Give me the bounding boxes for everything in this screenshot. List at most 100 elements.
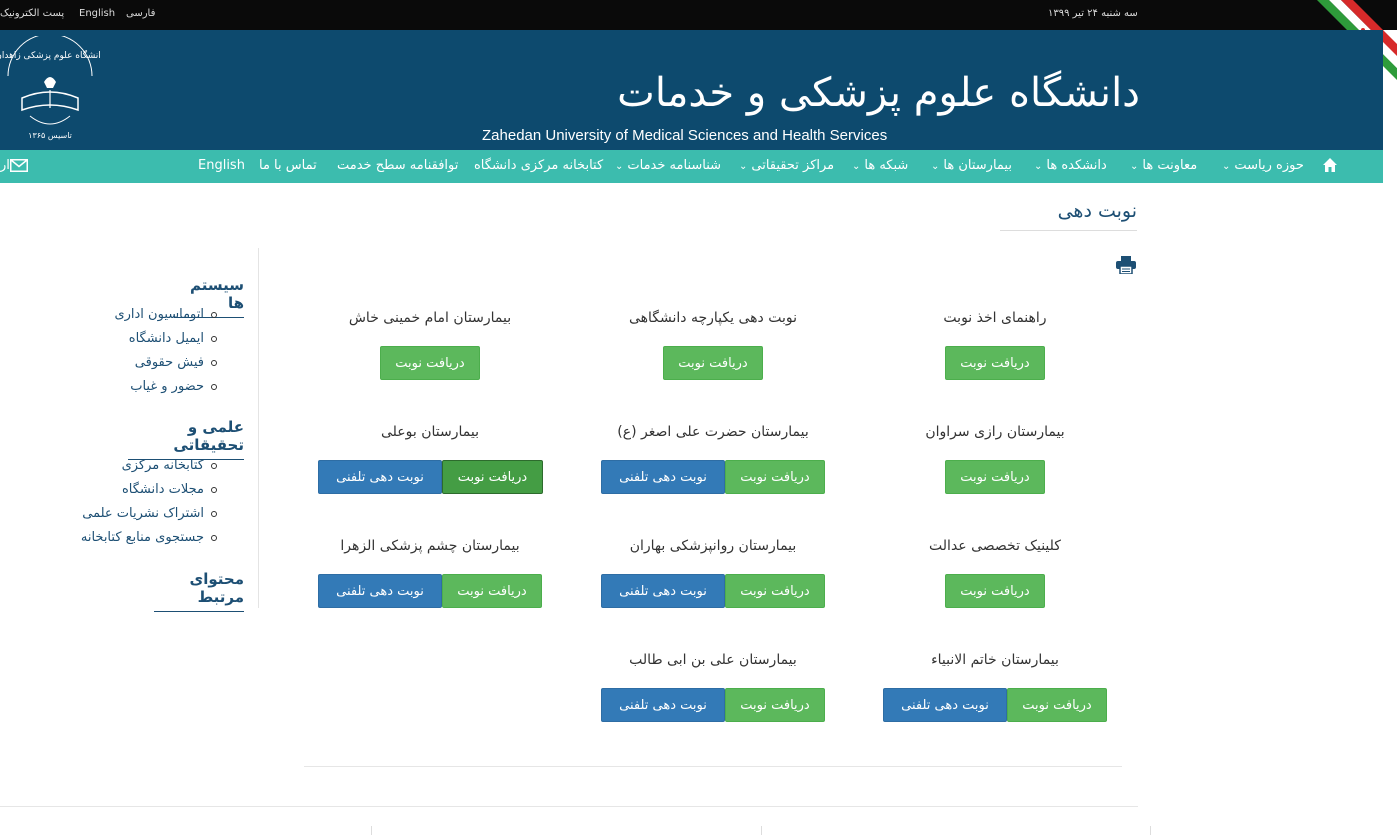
chevron-down-icon: ⌄ bbox=[739, 161, 748, 172]
bullet-icon bbox=[211, 359, 217, 366]
sidebar-link-subscriptions[interactable]: اشتراک نشریات علمی bbox=[82, 506, 217, 521]
bullet-icon bbox=[211, 510, 217, 517]
footer-column-divider bbox=[371, 826, 372, 835]
nav-label: شبکه ها bbox=[864, 158, 909, 173]
cell-title: راهنمای اخذ نوبت bbox=[943, 310, 1047, 326]
bullet-icon bbox=[211, 462, 217, 469]
get-turn-button[interactable]: دریافت نوبت bbox=[725, 688, 825, 722]
link-label: کتابخانه مرکزی bbox=[121, 458, 204, 473]
sidebar-link-automation[interactable]: اتوماسیون اداری bbox=[114, 307, 217, 322]
top-bar: پست الکترونیک English فارسی سه شنبه ۲۴ ت… bbox=[0, 0, 1397, 30]
footer-column-divider bbox=[761, 826, 762, 835]
nav-item-faculties[interactable]: دانشکده ها⌄ bbox=[1034, 158, 1107, 173]
cell-title: بیمارستان امام خمینی خاش bbox=[348, 310, 512, 326]
cell-title: نوبت دهی یکپارچه دانشگاهی bbox=[628, 310, 797, 326]
cell-title: بیمارستان خاتم الانبیاء bbox=[931, 652, 1059, 668]
cell-title: بیمارستان حضرت علی اصغر (ع) bbox=[617, 424, 809, 440]
chevron-down-icon: ⌄ bbox=[615, 161, 624, 172]
svg-text:دانشگاه علوم پزشکی زاهدان: دانشگاه علوم پزشکی زاهدان bbox=[0, 49, 100, 61]
get-turn-button[interactable]: دریافت نوبت bbox=[945, 346, 1045, 380]
link-label: مجلات دانشگاه bbox=[121, 482, 204, 497]
bullet-icon bbox=[211, 486, 217, 493]
mail-label[interactable]: ار bbox=[0, 158, 10, 173]
get-turn-button[interactable]: دریافت نوبت bbox=[945, 460, 1045, 494]
get-turn-button[interactable]: دریافت نوبت bbox=[1007, 688, 1107, 722]
svg-text:تاسیس ۱۳۶۵: تاسیس ۱۳۶۵ bbox=[28, 131, 72, 140]
cell-title: کلینیک تخصصی عدالت bbox=[929, 538, 1061, 554]
bullet-icon bbox=[211, 383, 217, 390]
nav-label: مراکز تحقیقاتی bbox=[751, 158, 835, 173]
sidebar-heading-related: محتوای مرتبط bbox=[154, 570, 244, 612]
current-date: سه شنبه ۲۴ تیر ۱۳۹۹ bbox=[1048, 8, 1138, 19]
nav-item-research-centers[interactable]: مراکز تحقیقاتی⌄ bbox=[739, 158, 834, 173]
sidebar-divider bbox=[258, 248, 259, 608]
site-title-fa: دانشگاه علوم پزشکی و خدمات بهداشتی درمان… bbox=[617, 70, 1140, 206]
cell-title: بیمارستان علی بن ابی طالب bbox=[629, 652, 797, 668]
phone-turn-button[interactable]: نوبت دهی تلفنی bbox=[318, 574, 442, 608]
phone-turn-button[interactable]: نوبت دهی تلفنی bbox=[601, 574, 725, 608]
chevron-down-icon: ⌄ bbox=[1222, 161, 1231, 172]
lang-en-link[interactable]: English bbox=[79, 8, 115, 19]
get-turn-button[interactable]: دریافت نوبت bbox=[725, 574, 825, 608]
nav-item-presidency[interactable]: حوزه ریاست⌄ bbox=[1222, 158, 1304, 173]
link-label: اشتراک نشریات علمی bbox=[82, 506, 204, 521]
bullet-icon bbox=[211, 335, 217, 342]
nav-label: دانشکده ها bbox=[1046, 158, 1107, 173]
phone-turn-button[interactable]: نوبت دهی تلفنی bbox=[601, 460, 725, 494]
get-turn-button[interactable]: دریافت نوبت bbox=[725, 460, 825, 494]
nav-label: حوزه ریاست bbox=[1234, 158, 1304, 173]
sidebar-link-payslip[interactable]: فیش حقوقی bbox=[135, 355, 217, 370]
nav-item-contact[interactable]: تماس با ما bbox=[259, 158, 317, 173]
print-icon[interactable] bbox=[1116, 256, 1136, 275]
nav-label: بیمارستان ها bbox=[943, 158, 1012, 173]
nav-item-hospitals[interactable]: بیمارستان ها⌄ bbox=[931, 158, 1012, 173]
nav-item-deputies[interactable]: معاونت ها⌄ bbox=[1130, 158, 1197, 173]
bullet-icon bbox=[211, 311, 217, 318]
site-title-en: Zahedan University of Medical Sciences a… bbox=[482, 127, 888, 144]
chevron-down-icon: ⌄ bbox=[1130, 161, 1139, 172]
site-header: دانشگاه علوم پزشکی زاهدان تاسیس ۱۳۶۵ دان… bbox=[0, 30, 1383, 206]
get-turn-button[interactable]: دریافت نوبت bbox=[945, 574, 1045, 608]
nav-label: معاونت ها bbox=[1142, 158, 1198, 173]
main-nav: حوزه ریاست⌄ معاونت ها⌄ دانشکده ها⌄ بیمار… bbox=[0, 150, 1383, 183]
link-label: فیش حقوقی bbox=[134, 355, 204, 370]
sidebar-link-university-email[interactable]: ایمیل دانشگاه bbox=[129, 331, 217, 346]
nav-item-central-library[interactable]: کتابخانه مرکزی دانشگاه bbox=[474, 158, 603, 173]
link-label: جستجوی منابع کتابخانه bbox=[80, 530, 204, 545]
sidebar-link-central-library[interactable]: کتابخانه مرکزی bbox=[122, 458, 217, 473]
phone-turn-button[interactable]: نوبت دهی تلفنی bbox=[601, 688, 725, 722]
sidebar-heading-research: علمی و تحقیقاتی bbox=[128, 418, 244, 460]
phone-turn-button[interactable]: نوبت دهی تلفنی bbox=[318, 460, 442, 494]
get-turn-button[interactable]: دریافت نوبت bbox=[442, 574, 542, 608]
footer-column-divider bbox=[1150, 826, 1151, 835]
footer-divider bbox=[0, 806, 1138, 807]
link-label: حضور و غیاب bbox=[130, 379, 204, 394]
nav-item-sla[interactable]: توافقنامه سطح خدمت bbox=[337, 158, 458, 173]
nav-item-english[interactable]: English bbox=[198, 158, 245, 173]
get-turn-button[interactable]: دریافت نوبت bbox=[442, 460, 543, 494]
nav-item-networks[interactable]: شبکه ها⌄ bbox=[852, 158, 908, 173]
sidebar-link-attendance[interactable]: حضور و غیاب bbox=[130, 379, 217, 394]
chevron-down-icon: ⌄ bbox=[852, 161, 861, 172]
cell-title: بیمارستان روانپزشکی بهاران bbox=[629, 538, 797, 554]
envelope-icon[interactable] bbox=[10, 159, 28, 172]
chevron-down-icon: ⌄ bbox=[931, 161, 940, 172]
get-turn-button[interactable]: دریافت نوبت bbox=[380, 346, 480, 380]
university-logo[interactable]: دانشگاه علوم پزشکی زاهدان تاسیس ۱۳۶۵ bbox=[0, 33, 105, 142]
page-title: نوبت دهی bbox=[1000, 200, 1137, 231]
phone-turn-button[interactable]: نوبت دهی تلفنی bbox=[883, 688, 1007, 722]
lang-fa-link[interactable]: فارسی bbox=[126, 8, 155, 19]
email-link[interactable]: پست الکترونیک bbox=[0, 8, 64, 19]
link-label: ایمیل دانشگاه bbox=[128, 331, 204, 346]
chevron-down-icon: ⌄ bbox=[1034, 161, 1043, 172]
cell-title: بیمارستان بوعلی bbox=[381, 424, 479, 440]
sidebar-link-library-search[interactable]: جستجوی منابع کتابخانه bbox=[81, 530, 217, 545]
sidebar-link-journals[interactable]: مجلات دانشگاه bbox=[122, 482, 217, 497]
get-turn-button[interactable]: دریافت نوبت bbox=[663, 346, 763, 380]
nav-label: شناسنامه خدمات bbox=[627, 158, 722, 173]
cell-title: بیمارستان چشم پزشکی الزهرا bbox=[340, 538, 520, 554]
bullet-icon bbox=[211, 534, 217, 541]
nav-item-service-catalog[interactable]: شناسنامه خدمات⌄ bbox=[615, 158, 721, 173]
content-divider bbox=[304, 766, 1122, 767]
home-icon[interactable] bbox=[1322, 157, 1338, 173]
